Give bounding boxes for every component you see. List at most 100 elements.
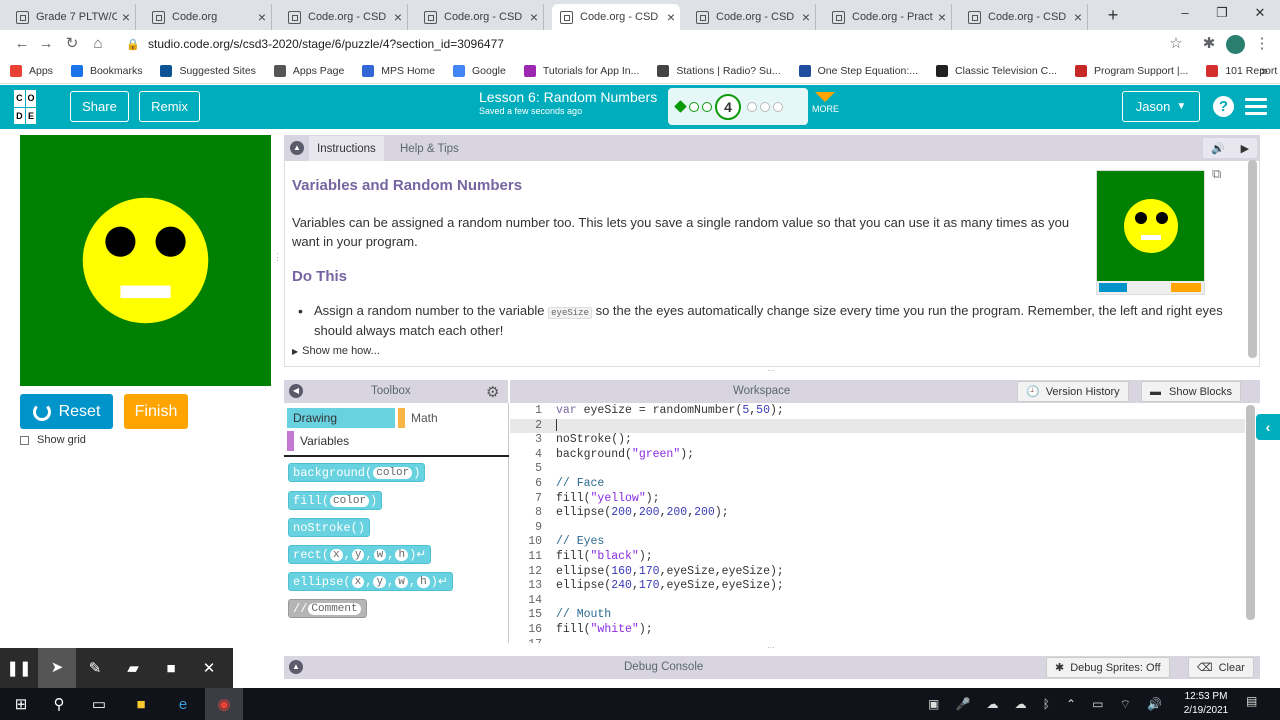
code-line[interactable]: 11 fill("black");	[510, 550, 1245, 565]
close-tab-icon[interactable]: ×	[389, 9, 407, 25]
browser-tab[interactable]: Code.org - CSD Ur×	[960, 4, 1088, 30]
code-line[interactable]: 5	[510, 462, 1245, 477]
browser-tab[interactable]: Code.org - CSD Ur×	[416, 4, 544, 30]
code-line[interactable]: 16 fill("white");	[510, 623, 1245, 638]
profile-avatar[interactable]	[1226, 35, 1245, 54]
bookmarks-overflow-icon[interactable]: »	[1261, 63, 1268, 78]
example-thumbnail[interactable]	[1096, 170, 1205, 295]
category-drawing[interactable]: Drawing	[287, 408, 395, 428]
code-line[interactable]: 3 noStroke();	[510, 433, 1245, 448]
chrome-icon[interactable]: ◉	[205, 688, 243, 720]
chevron-up-icon[interactable]: ⌃	[1066, 697, 1076, 711]
close-tab-icon[interactable]: ×	[933, 9, 951, 25]
code-line[interactable]: 15 // Mouth	[510, 608, 1245, 623]
gear-icon[interactable]: ⚙	[486, 383, 499, 401]
code-line[interactable]: 4 background("green");	[510, 448, 1245, 463]
speaker-icon[interactable]: 🔊	[1211, 142, 1225, 155]
instructions-scrollbar[interactable]	[1248, 160, 1257, 358]
level-bubble[interactable]	[689, 101, 699, 112]
category-math[interactable]: Math	[398, 408, 506, 428]
block-fill[interactable]: fill(color)	[288, 491, 383, 510]
extensions-icon[interactable]: ✱	[1199, 34, 1219, 54]
pointer-icon[interactable]: ➤	[38, 648, 76, 688]
tab-help-tips[interactable]: Help & Tips	[392, 136, 467, 161]
level-bubble[interactable]	[747, 101, 757, 112]
more-levels-button[interactable]: MORE	[812, 92, 839, 114]
bookmark-item[interactable]: Stations | Radio? Su...	[657, 64, 781, 77]
show-blocks-button[interactable]: ▬ Show Blocks	[1141, 381, 1241, 402]
close-tab-icon[interactable]: ×	[1069, 9, 1087, 25]
browser-tab[interactable]: Code.org - Practic ×	[824, 4, 952, 30]
remix-button[interactable]: Remix	[139, 91, 200, 122]
lesson-title[interactable]: Lesson 6: Random Numbers	[479, 89, 657, 105]
show-me-how-toggle[interactable]: ▶ Show me how...	[292, 345, 380, 357]
code-line[interactable]: 1 var eyeSize = randomNumber(5,50);	[510, 404, 1245, 419]
close-icon[interactable]: ✕	[190, 659, 228, 677]
browser-tab[interactable]: Grade 7 PLTW/Co ×	[8, 4, 136, 30]
reload-icon[interactable]: ↻	[62, 34, 82, 54]
bookmark-item[interactable]: Program Support |...	[1074, 64, 1188, 77]
mic-icon[interactable]: 🎤	[955, 697, 970, 711]
finish-button[interactable]: Finish	[124, 394, 188, 429]
play-icon[interactable]: ▶	[1241, 142, 1249, 155]
forward-icon[interactable]: →	[36, 34, 56, 54]
level-bubble[interactable]	[760, 101, 770, 112]
maximize-button[interactable]: ❐	[1204, 2, 1240, 24]
browser-tab[interactable]: Code.org ×	[144, 4, 272, 30]
resize-handle[interactable]: ⋮	[273, 252, 282, 266]
code-line[interactable]: 12 ellipse(160,170,eyeSize,eyeSize);	[510, 565, 1245, 580]
new-tab-button[interactable]: +	[1102, 4, 1124, 26]
bookmark-item[interactable]: Tutorials for App In...	[523, 64, 639, 77]
bookmark-item[interactable]: Suggested Sites	[160, 64, 256, 77]
level-bubble[interactable]	[702, 101, 712, 112]
windows-start-icon[interactable]: ⊞	[2, 688, 40, 720]
browser-tab[interactable]: Code.org - CSD Ur×	[688, 4, 816, 30]
bookmark-item[interactable]: One Step Equation:...	[798, 64, 918, 77]
block-comment[interactable]: // Comment	[288, 599, 367, 618]
browser-tab[interactable]: Code.org - CSD Ur×	[552, 4, 680, 30]
onedrive-icon[interactable]: ☁	[1015, 697, 1027, 711]
block-rect[interactable]: rect(x, y, w, h) ↵	[288, 545, 432, 564]
show-grid-checkbox[interactable]	[20, 435, 29, 445]
address-bar[interactable]: 🔒 studio.code.org/s/csd3-2020/stage/6/pu…	[116, 33, 1200, 55]
home-icon[interactable]: ⌂	[88, 34, 108, 54]
code-editor[interactable]: 1 var eyeSize = randomNumber(5,50); 2 3 noSt…	[510, 403, 1245, 643]
code-line[interactable]: 8 ellipse(200,200,200,200);	[510, 506, 1245, 521]
debug-sprites-button[interactable]: ✱ Debug Sprites: Off	[1046, 657, 1170, 678]
edge-icon[interactable]: e	[164, 688, 202, 720]
cloud-icon[interactable]: ☁	[987, 697, 999, 711]
level-bubble-complete[interactable]	[674, 100, 687, 113]
bookmark-item[interactable]: Apps Page	[273, 64, 344, 77]
collapse-toolbox-icon[interactable]: ◀	[289, 384, 303, 398]
resize-handle[interactable]: ⋯	[762, 644, 780, 652]
clear-button[interactable]: ⌫ Clear	[1188, 657, 1254, 678]
help-icon[interactable]: ?	[1213, 96, 1234, 117]
file-explorer-icon[interactable]: ■	[122, 688, 160, 720]
resize-handle[interactable]: ⋯	[762, 367, 780, 375]
expand-side-panel-icon[interactable]: ‹	[1256, 414, 1280, 440]
code-line[interactable]: 2	[510, 418, 1245, 434]
version-history-button[interactable]: 🕘 Version History	[1017, 381, 1129, 402]
editor-scrollbar[interactable]	[1246, 405, 1255, 620]
tab-instructions[interactable]: Instructions	[309, 136, 384, 161]
bookmark-item[interactable]: Google	[452, 64, 506, 77]
search-icon[interactable]: ⚲	[40, 688, 78, 720]
category-variables[interactable]: Variables	[287, 431, 395, 451]
code-line[interactable]: 9	[510, 521, 1245, 536]
notifications-icon[interactable]: ▤	[1246, 694, 1264, 714]
user-menu-button[interactable]: Jason ▼	[1122, 91, 1200, 122]
pause-icon[interactable]: ❚❚	[0, 659, 38, 677]
block-ellipse[interactable]: ellipse(x, y, w, h) ↵	[288, 572, 453, 591]
code-line[interactable]: 7 fill("yellow");	[510, 492, 1245, 507]
chrome-menu-icon[interactable]: ⋮	[1252, 34, 1272, 54]
game-canvas[interactable]	[20, 135, 271, 386]
code-line[interactable]: 13 ellipse(240,170,eyeSize,eyeSize);	[510, 579, 1245, 594]
close-window-button[interactable]: ✕	[1242, 2, 1278, 24]
close-tab-icon[interactable]: ×	[797, 9, 815, 25]
bookmark-item[interactable]: 101 Report Card Co...	[1206, 64, 1280, 77]
bookmark-star-icon[interactable]: ☆	[1166, 34, 1186, 54]
expand-debug-icon[interactable]: ▲	[289, 660, 303, 674]
show-grid-toggle[interactable]: Show grid	[20, 434, 86, 446]
bluetooth-icon[interactable]: ᛒ	[1043, 697, 1050, 711]
code-line[interactable]: 14	[510, 594, 1245, 609]
